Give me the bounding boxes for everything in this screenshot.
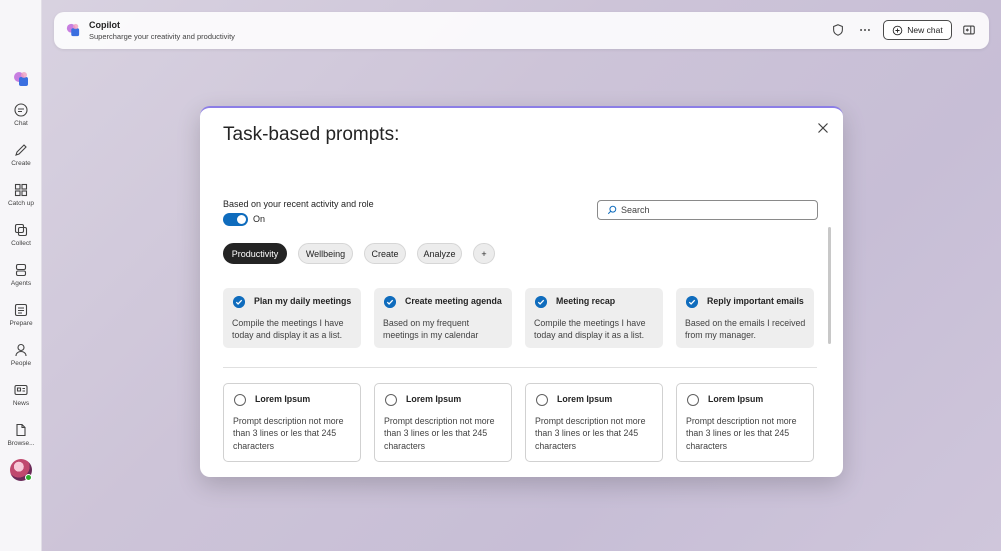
pen-icon bbox=[15, 144, 27, 156]
prompt-title: Create meeting agenda bbox=[405, 296, 502, 306]
close-icon[interactable] bbox=[817, 122, 829, 134]
rail-item-label: Collect bbox=[11, 240, 31, 247]
prompt-card[interactable]: Meeting recap Compile the meetings I hav… bbox=[525, 288, 663, 348]
left-rail: Chat Create Catch up Collect Agents Prep… bbox=[0, 0, 42, 551]
rail-item-label: People bbox=[10, 360, 32, 367]
app-subtitle: Supercharge your creativity and producti… bbox=[89, 32, 235, 41]
chat-icon bbox=[14, 103, 28, 117]
prompt-card[interactable]: Lorem Ipsum Prompt description not more … bbox=[374, 383, 512, 462]
rail-item-news[interactable]: News bbox=[0, 382, 42, 418]
chip-create[interactable]: Create bbox=[364, 243, 406, 264]
task-prompts-dialog: Task-based prompts: Based on your recent… bbox=[200, 106, 843, 477]
rail-item-label: News bbox=[12, 400, 30, 407]
copilot-logo-icon[interactable] bbox=[13, 71, 29, 87]
search-box[interactable] bbox=[597, 200, 818, 220]
prompt-description: Prompt description not more than 3 lines… bbox=[233, 416, 344, 451]
checkmark-icon bbox=[233, 296, 245, 308]
rail-item-label: Chat bbox=[14, 120, 28, 127]
search-icon bbox=[607, 205, 617, 215]
new-chat-button[interactable]: New chat bbox=[883, 20, 952, 40]
new-chat-icon bbox=[893, 25, 903, 35]
toggle-state-label: On bbox=[253, 214, 266, 224]
rail-item-label: Browse... bbox=[7, 440, 35, 447]
chip-wellbeing[interactable]: Wellbeing bbox=[298, 243, 353, 264]
copilot-logo-icon bbox=[66, 23, 80, 37]
chip-productivity[interactable]: Productivity bbox=[223, 243, 287, 264]
document-list-icon bbox=[14, 303, 28, 317]
rail-item-catch-up[interactable]: Catch up bbox=[0, 182, 42, 218]
file-icon bbox=[16, 423, 26, 437]
agents-icon bbox=[15, 263, 27, 277]
presence-badge bbox=[25, 474, 32, 481]
search-input[interactable] bbox=[621, 205, 811, 215]
rail-item-label: Catch up bbox=[7, 200, 35, 207]
prompt-card[interactable]: Create meeting agenda Based on my freque… bbox=[374, 288, 512, 348]
rail-item-browse[interactable]: Browse... bbox=[0, 422, 42, 458]
prompt-title: Lorem Ipsum bbox=[708, 394, 764, 404]
side-panel-icon[interactable] bbox=[962, 23, 976, 37]
recent-activity-toggle[interactable] bbox=[223, 213, 248, 226]
rail-item-prepare[interactable]: Prepare bbox=[0, 302, 42, 338]
prompt-card[interactable]: Plan my daily meetings Compile the meeti… bbox=[223, 288, 361, 348]
prompt-card[interactable]: Lorem Ipsum Prompt description not more … bbox=[223, 383, 361, 462]
prompt-title: Plan my daily meetings bbox=[254, 296, 352, 306]
prompt-description: Based on my frequent meetings in my cale… bbox=[383, 318, 479, 341]
prompt-title: Lorem Ipsum bbox=[557, 394, 613, 404]
checkmark-icon bbox=[686, 296, 698, 308]
prompt-title: Lorem Ipsum bbox=[255, 394, 311, 404]
prompt-title: Reply important emails bbox=[707, 296, 804, 306]
rail-item-collect[interactable]: Collect bbox=[0, 222, 42, 258]
top-bar: Copilot Supercharge your creativity and … bbox=[54, 12, 989, 49]
prompt-description: Compile the meetings I have today and di… bbox=[232, 318, 344, 341]
rail-item-label: Prepare bbox=[9, 320, 33, 327]
add-chip-button[interactable]: + bbox=[473, 243, 495, 264]
rail-item-create[interactable]: Create bbox=[0, 142, 42, 178]
rail-item-chat[interactable]: Chat bbox=[0, 102, 42, 138]
rail-item-label: Create bbox=[11, 160, 31, 167]
shield-icon[interactable] bbox=[831, 23, 845, 37]
rail-item-people[interactable]: People bbox=[0, 342, 42, 378]
prompt-description: Prompt description not more than 3 lines… bbox=[686, 416, 797, 451]
rail-item-agents[interactable]: Agents bbox=[0, 262, 42, 298]
prompt-card[interactable]: Lorem Ipsum Prompt description not more … bbox=[525, 383, 663, 462]
toggle-knob bbox=[237, 215, 246, 224]
rail-item-label: Agents bbox=[10, 280, 32, 287]
section-divider bbox=[223, 367, 817, 368]
radio-button[interactable] bbox=[385, 394, 397, 406]
prompt-card[interactable]: Reply important emails Based on the emai… bbox=[676, 288, 814, 348]
checkmark-icon bbox=[535, 296, 547, 308]
recent-activity-label: Based on your recent activity and role bbox=[223, 199, 374, 209]
person-icon bbox=[15, 343, 27, 357]
radio-button[interactable] bbox=[234, 394, 246, 406]
prompt-description: Compile the meetings I have today and di… bbox=[534, 318, 646, 341]
prompt-description: Based on the emails I received from my m… bbox=[685, 318, 806, 341]
radio-button[interactable] bbox=[687, 394, 699, 406]
prompt-card[interactable]: Lorem Ipsum Prompt description not more … bbox=[676, 383, 814, 462]
more-options-icon[interactable] bbox=[858, 23, 872, 37]
dialog-title: Task-based prompts: bbox=[223, 124, 400, 145]
news-icon bbox=[14, 384, 28, 396]
checkmark-icon bbox=[384, 296, 396, 308]
radio-button[interactable] bbox=[536, 394, 548, 406]
grid-icon bbox=[14, 183, 28, 197]
chip-analyze[interactable]: Analyze bbox=[417, 243, 462, 264]
new-chat-label: New chat bbox=[907, 25, 943, 35]
prompt-description: Prompt description not more than 3 lines… bbox=[535, 416, 646, 451]
prompt-description: Prompt description not more than 3 lines… bbox=[384, 416, 495, 451]
scrollbar[interactable] bbox=[828, 227, 831, 344]
collect-icon bbox=[14, 223, 28, 237]
app-title: Copilot bbox=[89, 20, 120, 30]
prompt-title: Meeting recap bbox=[556, 296, 616, 306]
prompt-title: Lorem Ipsum bbox=[406, 394, 462, 404]
